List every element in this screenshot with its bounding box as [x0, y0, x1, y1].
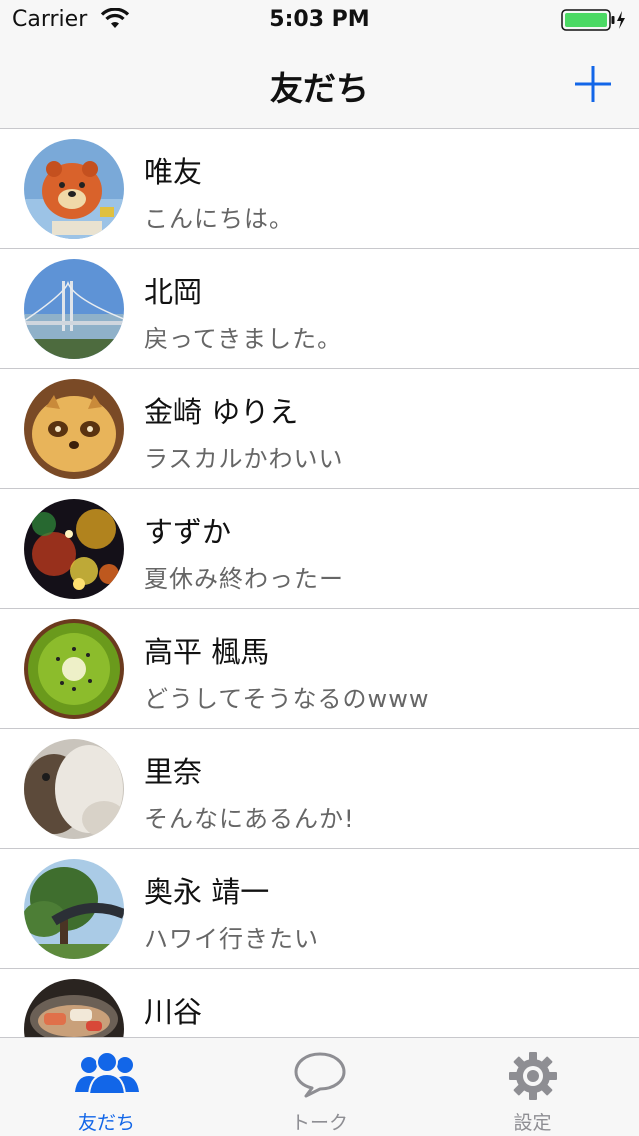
friend-row[interactable]: 里奈 そんなにあるんか! — [0, 729, 639, 849]
tab-bar: 友だち トーク 設定 — [0, 1037, 639, 1136]
friend-name: 川谷 — [144, 995, 203, 1029]
friend-status-message: どうしてそうなるのwww — [144, 685, 430, 713]
friend-status-message: ハワイ行きたい — [144, 925, 319, 953]
tab-label: トーク — [290, 1112, 348, 1134]
friend-name: 北岡 — [144, 275, 203, 309]
friend-row[interactable]: 奥永 靖一 ハワイ行きたい — [0, 849, 639, 969]
sushi-avatar — [24, 979, 124, 1037]
friend-status-message: こんにちは。 — [144, 205, 294, 233]
friend-row[interactable]: 北岡 戻ってきました。 — [0, 249, 639, 369]
status-time: 5:03 PM — [269, 7, 370, 32]
tab-talk[interactable]: トーク — [213, 1038, 426, 1136]
friend-row[interactable]: すずか 夏休み終わったー — [0, 489, 639, 609]
friend-row[interactable]: 金崎 ゆりえ ラスカルかわいい — [0, 369, 639, 489]
friend-name: 奥永 靖一 — [144, 875, 270, 909]
page-title: 友だち — [270, 69, 369, 108]
people-icon — [74, 1051, 139, 1094]
friend-status-message: 戻ってきました。 — [144, 325, 343, 353]
tab-settings[interactable]: 設定 — [426, 1038, 639, 1136]
tab-label: 設定 — [513, 1112, 552, 1134]
friend-name: 唯友 — [144, 155, 203, 189]
tab-friends[interactable]: 友だち — [0, 1038, 213, 1136]
friend-status-message: 夏休み終わったー — [144, 565, 344, 593]
kiwi-avatar — [24, 619, 124, 719]
friend-row[interactable]: 高平 楓馬 どうしてそうなるのwww — [0, 609, 639, 729]
plus-icon — [575, 66, 611, 102]
friend-row[interactable]: 唯友 こんにちは。 — [0, 129, 639, 249]
friend-status-message: そんなにあるんか! — [144, 805, 355, 833]
raccoon-cookie-avatar — [24, 379, 124, 479]
gear-icon — [508, 1052, 557, 1100]
friend-status-message: ラスカルかわいい — [144, 445, 344, 473]
tab-label: 友だち — [77, 1112, 135, 1134]
friend-name: 金崎 ゆりえ — [144, 395, 299, 429]
friend-name: 里奈 — [144, 755, 203, 789]
speech-bubble-icon — [294, 1052, 345, 1098]
add-friend-button[interactable] — [569, 60, 617, 108]
friend-name: すずか — [144, 515, 232, 549]
tree-gate-avatar — [24, 859, 124, 959]
status-bar: Carrier 5:03 PM — [0, 0, 639, 40]
cat-avatar — [24, 739, 124, 839]
friend-row[interactable]: 川谷 — [0, 969, 639, 1037]
navigation-bar: 友だち — [0, 40, 639, 129]
bridge-avatar — [24, 259, 124, 359]
fireworks-avatar — [24, 499, 124, 599]
bear-balloon-avatar — [24, 139, 124, 239]
friend-name: 高平 楓馬 — [144, 635, 270, 669]
battery-icon — [561, 8, 627, 36]
friends-list[interactable]: 唯友 こんにちは。 北岡 戻ってきました。 金崎 ゆりえ ラスカルかわいい すず… — [0, 129, 639, 1037]
